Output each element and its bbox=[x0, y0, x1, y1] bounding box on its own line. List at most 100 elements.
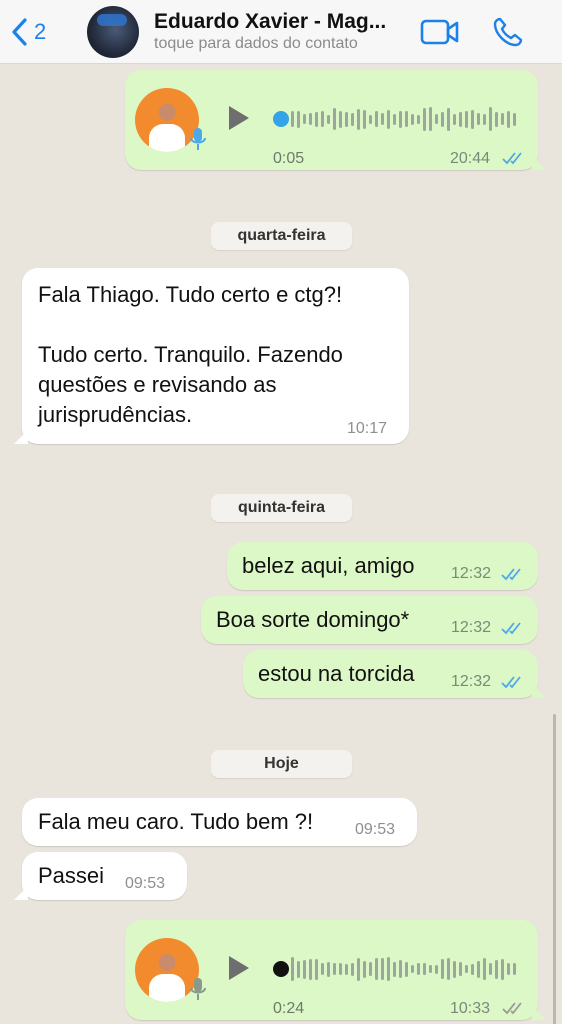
waveform-bar bbox=[315, 958, 318, 980]
waveform-bar bbox=[309, 958, 312, 980]
waveform-bar bbox=[345, 963, 348, 975]
message-text: estou na torcida bbox=[258, 661, 415, 686]
delivered-ticks-icon bbox=[502, 1002, 522, 1015]
video-call-button[interactable] bbox=[420, 18, 460, 51]
waveform-bar bbox=[345, 111, 348, 127]
waveform-bar bbox=[297, 110, 300, 128]
message-text: Passei bbox=[38, 863, 105, 888]
read-ticks-icon bbox=[502, 152, 522, 165]
read-ticks-icon bbox=[501, 622, 521, 635]
waveform-bar bbox=[339, 110, 342, 128]
message-time: 09:53 bbox=[125, 875, 166, 892]
waveform-bar bbox=[465, 110, 468, 128]
waveform-bar bbox=[423, 963, 426, 975]
waveform-bar bbox=[369, 962, 372, 976]
waveform-bar bbox=[459, 111, 462, 127]
chat-header: 2 Eduardo Xavier - Mag... toque para dad… bbox=[0, 0, 562, 64]
waveform-bar bbox=[387, 957, 390, 981]
waveform-bar bbox=[417, 963, 420, 975]
waveform-bar bbox=[351, 962, 354, 976]
read-ticks-icon bbox=[501, 568, 521, 581]
back-button[interactable]: 2 bbox=[10, 17, 46, 47]
waveform-bar bbox=[321, 963, 324, 975]
waveform-bar bbox=[483, 113, 486, 125]
audio-progress-dot[interactable] bbox=[273, 961, 289, 977]
message-text: Fala Thiago. Tudo certo e ctg?! Tudo cer… bbox=[38, 282, 343, 427]
message-text: Boa sorte domingo* bbox=[216, 607, 410, 632]
audio-message[interactable]: 0:05 20:44 bbox=[125, 70, 546, 170]
message-time: 12:32 bbox=[451, 619, 492, 636]
waveform-bar bbox=[369, 114, 372, 124]
outgoing-message[interactable]: Boa sorte domingo* 12:32 bbox=[201, 596, 538, 644]
waveform-bar bbox=[471, 963, 474, 975]
waveform-bar bbox=[399, 110, 402, 128]
waveform-bar bbox=[483, 958, 486, 980]
day-separator: quarta-feira bbox=[211, 222, 352, 250]
audio-progress-dot[interactable] bbox=[273, 111, 289, 127]
waveform-bar bbox=[465, 965, 468, 973]
phone-icon bbox=[493, 17, 523, 47]
waveform-bar bbox=[297, 960, 300, 978]
waveform-bar bbox=[351, 112, 354, 126]
waveform-bar bbox=[393, 113, 396, 125]
message-time: 12:32 bbox=[451, 565, 492, 582]
message-time: 20:44 bbox=[450, 150, 491, 167]
audio-message[interactable]: 0:24 10:33 bbox=[125, 920, 546, 1020]
waveform-bar bbox=[417, 114, 420, 124]
chat-area[interactable]: 0:05 20:44 quarta-feira Fala Thiago. Tud… bbox=[0, 64, 562, 1024]
outgoing-message[interactable]: belez aqui, amigo 12:32 bbox=[227, 542, 538, 590]
audio-duration: 0:05 bbox=[273, 150, 305, 167]
waveform-bar bbox=[441, 959, 444, 979]
waveform-bar bbox=[435, 114, 438, 124]
waveform-bar bbox=[303, 959, 306, 979]
waveform-bar bbox=[309, 113, 312, 125]
waveform-bar bbox=[429, 965, 432, 973]
message-time: 09:53 bbox=[355, 821, 396, 838]
waveform-bar bbox=[471, 109, 474, 129]
voice-call-button[interactable] bbox=[492, 16, 524, 53]
contact-avatar[interactable] bbox=[87, 6, 139, 58]
waveform-bar bbox=[441, 111, 444, 127]
play-icon[interactable] bbox=[227, 104, 251, 132]
audio-waveform[interactable] bbox=[291, 954, 516, 984]
waveform-bar bbox=[333, 963, 336, 975]
waveform-bar bbox=[387, 109, 390, 129]
waveform-bar bbox=[381, 113, 384, 125]
waveform-bar bbox=[507, 110, 510, 128]
read-ticks-icon bbox=[501, 676, 521, 689]
waveform-bar bbox=[291, 957, 294, 981]
waveform-bar bbox=[501, 113, 504, 125]
waveform-bar bbox=[411, 965, 414, 973]
waveform-bar bbox=[447, 107, 450, 131]
waveform-bar bbox=[477, 113, 480, 125]
waveform-bar bbox=[303, 114, 306, 124]
play-icon[interactable] bbox=[227, 954, 251, 982]
message-text: belez aqui, amigo bbox=[242, 553, 415, 578]
microphone-icon bbox=[190, 978, 206, 1000]
incoming-message[interactable]: Fala Thiago. Tudo certo e ctg?! Tudo cer… bbox=[14, 268, 409, 444]
video-camera-icon bbox=[420, 19, 459, 45]
incoming-message[interactable]: Fala meu caro. Tudo bem ?! 09:53 bbox=[22, 798, 417, 846]
waveform-bar bbox=[375, 958, 378, 980]
waveform-bar bbox=[327, 961, 330, 977]
unread-count: 2 bbox=[34, 19, 47, 44]
waveform-bar bbox=[501, 958, 504, 980]
waveform-bar bbox=[321, 111, 324, 127]
waveform-bar bbox=[405, 111, 408, 127]
contact-name[interactable]: Eduardo Xavier - Mag... bbox=[154, 10, 386, 34]
message-time: 10:33 bbox=[450, 1000, 491, 1017]
waveform-bar bbox=[489, 107, 492, 131]
waveform-bar bbox=[513, 963, 516, 975]
scrollbar[interactable] bbox=[553, 714, 556, 1024]
waveform-bar bbox=[459, 962, 462, 976]
waveform-bar bbox=[327, 114, 330, 124]
audio-waveform[interactable] bbox=[291, 104, 516, 134]
waveform-bar bbox=[393, 961, 396, 977]
waveform-bar bbox=[363, 960, 366, 978]
contact-subtitle[interactable]: toque para dados do contato bbox=[154, 35, 358, 53]
waveform-bar bbox=[435, 964, 438, 974]
waveform-bar bbox=[489, 963, 492, 975]
outgoing-message[interactable]: estou na torcida 12:32 bbox=[243, 650, 546, 698]
incoming-message[interactable]: Passei 09:53 bbox=[14, 852, 187, 900]
day-separator: quinta-feira bbox=[211, 494, 352, 522]
